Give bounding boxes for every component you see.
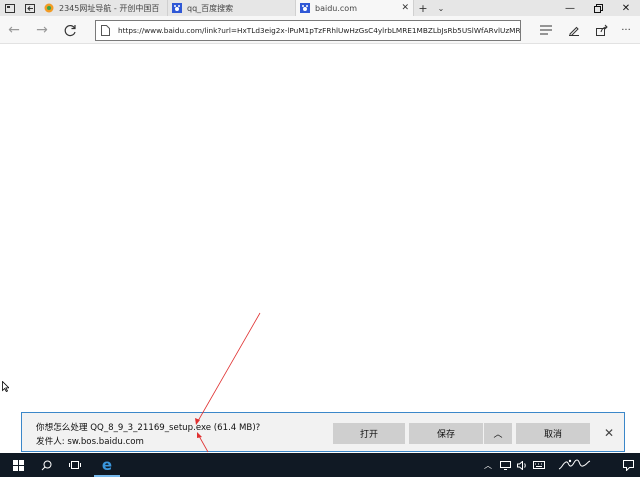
chevron-up-icon: ︿: [484, 460, 492, 470]
tray-watermark-icon: [558, 459, 591, 470]
download-notification-bar: 你想怎么处理 QQ_8_9_3_21169_setup.exe (61.4 MB…: [21, 412, 625, 452]
2345-favicon-icon: [44, 3, 54, 13]
tab-strip: 2345网址导航 - 开创中国百 qq_百度搜索 baidu.com ✕ + ⌄…: [0, 0, 640, 16]
share-button[interactable]: [594, 22, 610, 38]
close-icon: ✕: [621, 2, 631, 14]
cancel-button[interactable]: 取消: [516, 423, 590, 444]
network-button[interactable]: [497, 457, 513, 473]
set-tabs-aside-icon: [25, 3, 35, 13]
tab-qq-search[interactable]: qq_百度搜索: [168, 0, 296, 16]
action-center-button[interactable]: [620, 457, 636, 473]
tab-title: baidu.com: [315, 3, 357, 13]
volume-button[interactable]: [514, 457, 530, 473]
tab-preview-button[interactable]: [0, 0, 20, 16]
save-options-button[interactable]: ︿: [484, 423, 512, 444]
volume-icon: [516, 460, 526, 470]
arrow-right-icon: →: [36, 22, 48, 38]
minimize-button[interactable]: —: [556, 0, 584, 16]
search-icon: [41, 460, 51, 470]
web-note-button[interactable]: [566, 22, 582, 38]
keyboard-icon: [533, 461, 545, 469]
arrow-left-icon: ←: [8, 22, 20, 38]
close-tab-icon[interactable]: ✕: [401, 3, 409, 13]
task-view-icon: [69, 461, 81, 469]
refresh-icon: [64, 24, 76, 36]
save-button[interactable]: 保存: [409, 423, 483, 444]
baidu-paw-icon: [172, 3, 182, 13]
more-button[interactable]: ···: [618, 22, 634, 38]
chevron-up-icon: ︿: [493, 430, 503, 440]
close-window-button[interactable]: ✕: [612, 0, 640, 16]
close-download-bar-icon[interactable]: ✕: [604, 426, 614, 440]
minimize-icon: —: [565, 2, 575, 14]
pen-note-icon: [569, 26, 579, 36]
share-icon: [596, 24, 608, 36]
hub-icon: [540, 25, 552, 35]
chevron-down-icon: ⌄: [437, 3, 445, 13]
task-view-button[interactable]: [67, 457, 83, 473]
network-icon: [499, 460, 511, 470]
address-bar[interactable]: https://www.baidu.com/link?url=HxTLd3eig…: [95, 20, 521, 41]
forward-button[interactable]: →: [34, 22, 50, 38]
restore-icon: [593, 3, 603, 13]
browser-window: 2345网址导航 - 开创中国百 qq_百度搜索 baidu.com ✕ + ⌄…: [0, 0, 640, 477]
window-controls: — ✕: [556, 0, 640, 16]
windows-logo-icon: [12, 459, 24, 471]
navigation-bar: ← → https://www.baidu.com/link?url=HxTLd…: [0, 16, 640, 44]
hub-button[interactable]: [538, 22, 554, 38]
tab-title: qq_百度搜索: [187, 3, 234, 13]
plus-icon: +: [418, 1, 428, 15]
download-publisher: 发件人: sw.bos.baidu.com: [36, 437, 144, 447]
search-button[interactable]: [38, 457, 54, 473]
tabs-aside-button[interactable]: [20, 0, 40, 16]
taskbar: e ︿: [0, 453, 640, 477]
notification-icon: [622, 459, 634, 471]
edge-icon: e: [101, 456, 113, 474]
page-icon: [101, 25, 110, 36]
tab-preview-icon: [5, 3, 15, 13]
refresh-button[interactable]: [62, 22, 78, 38]
page-content: [0, 45, 640, 410]
tab-title: 2345网址导航 - 开创中国百: [59, 3, 160, 13]
new-tab-button[interactable]: +: [414, 0, 432, 16]
input-method-button[interactable]: [531, 457, 547, 473]
mouse-cursor-icon: [2, 381, 9, 392]
download-question: 你想怎么处理 QQ_8_9_3_21169_setup.exe (61.4 MB…: [36, 423, 261, 433]
show-hidden-icons-button[interactable]: ︿: [480, 457, 496, 473]
url-text: https://www.baidu.com/link?url=HxTLd3eig…: [118, 26, 521, 35]
back-button[interactable]: ←: [6, 22, 22, 38]
more-dots-icon: ···: [621, 24, 631, 36]
start-button[interactable]: [10, 457, 26, 473]
edge-taskbar-button[interactable]: e: [99, 456, 115, 474]
restore-button[interactable]: [584, 0, 612, 16]
tab-baidu[interactable]: baidu.com ✕: [296, 0, 414, 16]
baidu-paw-icon: [300, 3, 310, 13]
tab-list-button[interactable]: ⌄: [432, 0, 450, 16]
tab-2345[interactable]: 2345网址导航 - 开创中国百: [40, 0, 168, 16]
open-button[interactable]: 打开: [333, 423, 405, 444]
tray-logo: [556, 457, 596, 473]
